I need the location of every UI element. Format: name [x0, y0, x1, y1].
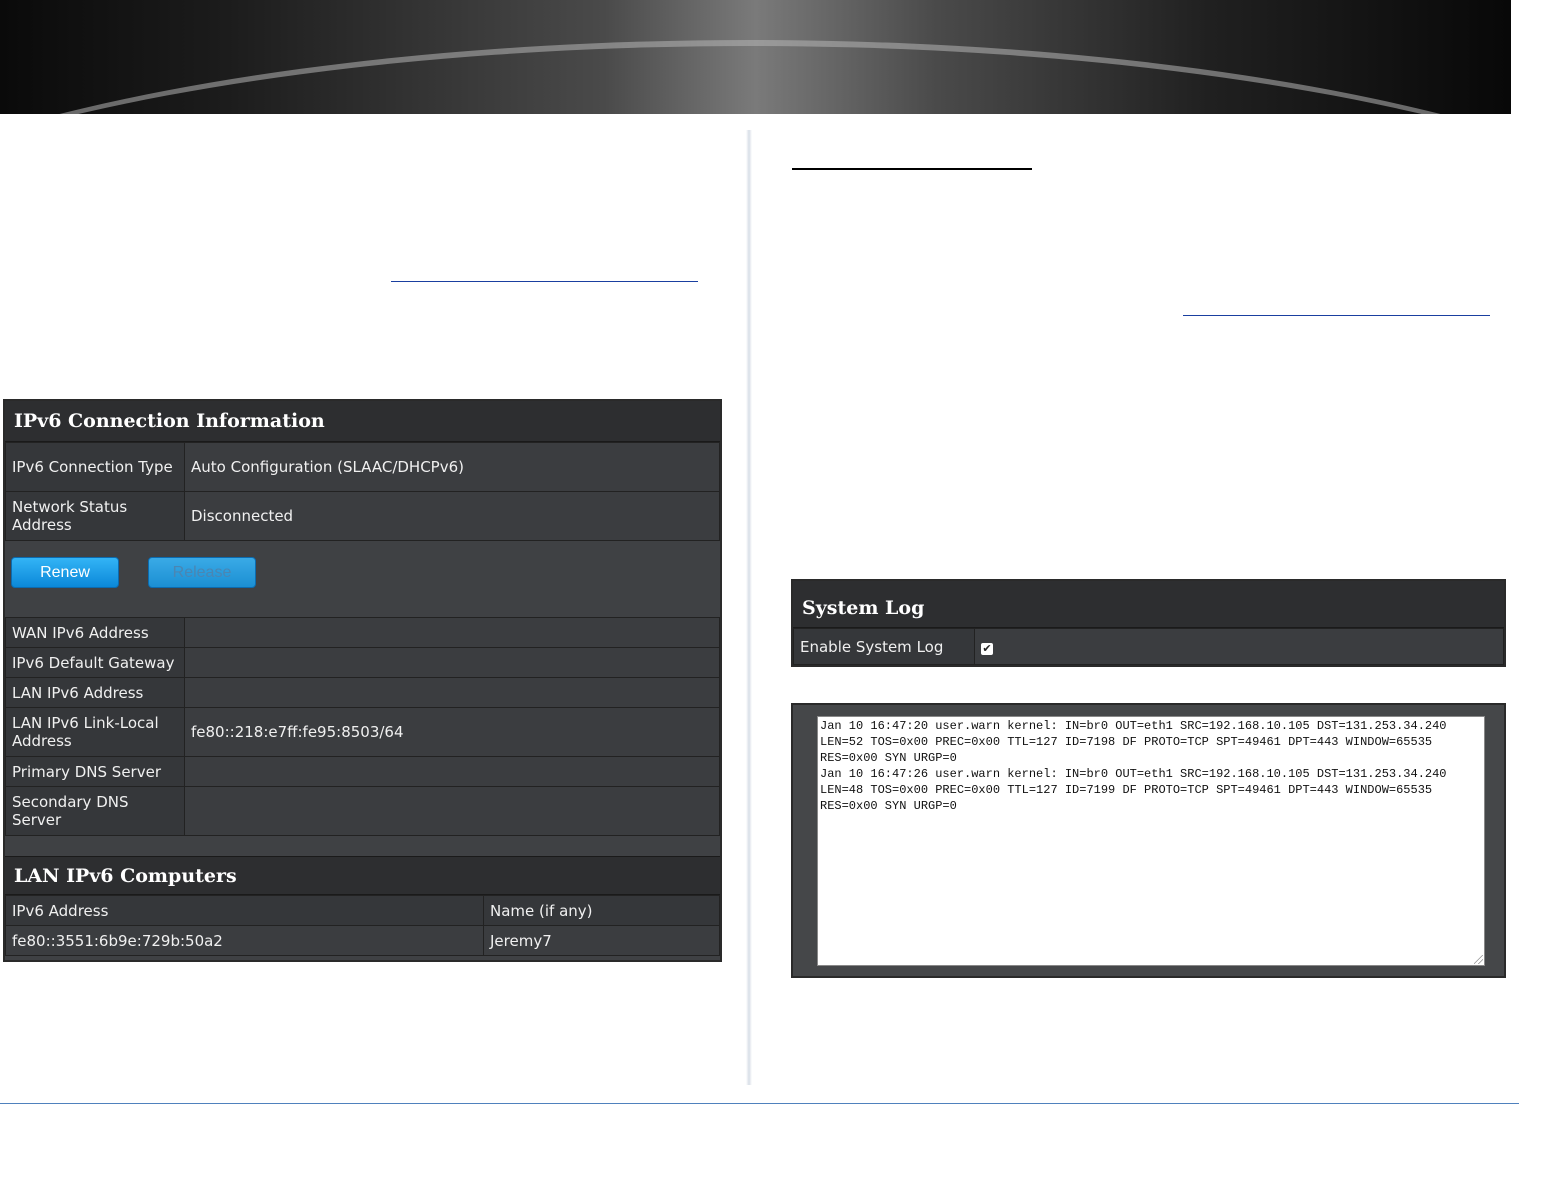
row-label: LAN IPv6 Address [5, 677, 185, 708]
row-label: IPv6 Connection Type [5, 442, 185, 492]
row-value [184, 647, 720, 678]
row-value [184, 617, 720, 648]
lan-computers-title: LAN IPv6 Computers [5, 856, 720, 895]
row-value [184, 756, 720, 787]
log-textarea[interactable]: Jan 10 16:47:20 user.warn kernel: IN=br0… [817, 716, 1485, 966]
link-underline[interactable] [1183, 315, 1490, 316]
button-row: Renew Release [5, 541, 720, 617]
ipv6-info-table-bottom: WAN IPv6 Address IPv6 Default Gateway LA… [5, 617, 720, 836]
header-banner [0, 0, 1511, 114]
column-header: Name (if any) [483, 895, 720, 926]
panel-title: IPv6 Connection Information [5, 401, 720, 442]
panel-title: System Log [793, 581, 1504, 628]
table-row: Secondary DNS Server [5, 786, 720, 836]
table-row: Network Status Address Disconnected [5, 491, 720, 541]
release-button[interactable]: Release [148, 557, 256, 588]
row-value: Auto Configuration (SLAAC/DHCPv6) [184, 442, 720, 492]
resize-grip-icon[interactable] [1474, 955, 1483, 964]
row-value [184, 677, 720, 708]
row-label: IPv6 Default Gateway [5, 647, 185, 678]
table-header-row: IPv6 Address Name (if any) [5, 895, 720, 926]
footer-rule [0, 1103, 1519, 1104]
ipv6-address-cell: fe80::3551:6b9e:729b:50a2 [5, 925, 484, 956]
row-value: Disconnected [184, 491, 720, 541]
row-label: Secondary DNS Server [5, 786, 185, 836]
table-row: LAN IPv6 Link-Local Address fe80::218:e7… [5, 707, 720, 757]
computer-name-cell: Jeremy7 [483, 925, 720, 956]
log-line: RES=0x00 SYN URGP=0 [820, 751, 957, 765]
log-output-panel: Jan 10 16:47:20 user.warn kernel: IN=br0… [791, 703, 1506, 978]
enable-system-log-cell: ✔ [974, 628, 1504, 665]
log-line: RES=0x00 SYN URGP=0 [820, 799, 957, 813]
table-row: fe80::3551:6b9e:729b:50a2 Jeremy7 [5, 925, 720, 956]
log-line: Jan 10 16:47:26 user.warn kernel: IN=br0… [820, 767, 1447, 781]
ipv6-info-table-top: IPv6 Connection Type Auto Configuration … [5, 442, 720, 541]
renew-button[interactable]: Renew [11, 557, 119, 588]
table-row: IPv6 Connection Type Auto Configuration … [5, 442, 720, 492]
table-row: LAN IPv6 Address [5, 677, 720, 708]
log-line: LEN=52 TOS=0x00 PREC=0x00 TTL=127 ID=719… [820, 735, 1433, 749]
column-header: IPv6 Address [5, 895, 484, 926]
table-row: Primary DNS Server [5, 756, 720, 787]
system-log-table: Enable System Log ✔ [793, 628, 1504, 665]
banner-arc [0, 40, 1511, 114]
row-label: Primary DNS Server [5, 756, 185, 787]
row-value: fe80::218:e7ff:fe95:8503/64 [184, 707, 720, 757]
section-heading-underline [792, 168, 1032, 170]
table-row: Enable System Log ✔ [793, 628, 1504, 665]
panel-spacer [5, 836, 720, 856]
row-value [184, 786, 720, 836]
system-log-panel: System Log Enable System Log ✔ [791, 579, 1506, 667]
table-row: WAN IPv6 Address [5, 617, 720, 648]
enable-system-log-label: Enable System Log [793, 628, 975, 665]
log-line: Jan 10 16:47:20 user.warn kernel: IN=br0… [820, 719, 1447, 733]
column-divider [746, 130, 752, 1085]
link-underline[interactable] [391, 281, 698, 282]
lan-computers-table: IPv6 Address Name (if any) fe80::3551:6b… [5, 895, 720, 956]
enable-system-log-checkbox[interactable]: ✔ [981, 642, 993, 655]
row-label: LAN IPv6 Link-Local Address [5, 707, 185, 757]
table-row: IPv6 Default Gateway [5, 647, 720, 678]
log-line: LEN=48 TOS=0x00 PREC=0x00 TTL=127 ID=719… [820, 783, 1433, 797]
row-label: WAN IPv6 Address [5, 617, 185, 648]
row-label: Network Status Address [5, 491, 185, 541]
ipv6-connection-panel: IPv6 Connection Information IPv6 Connect… [3, 399, 722, 962]
